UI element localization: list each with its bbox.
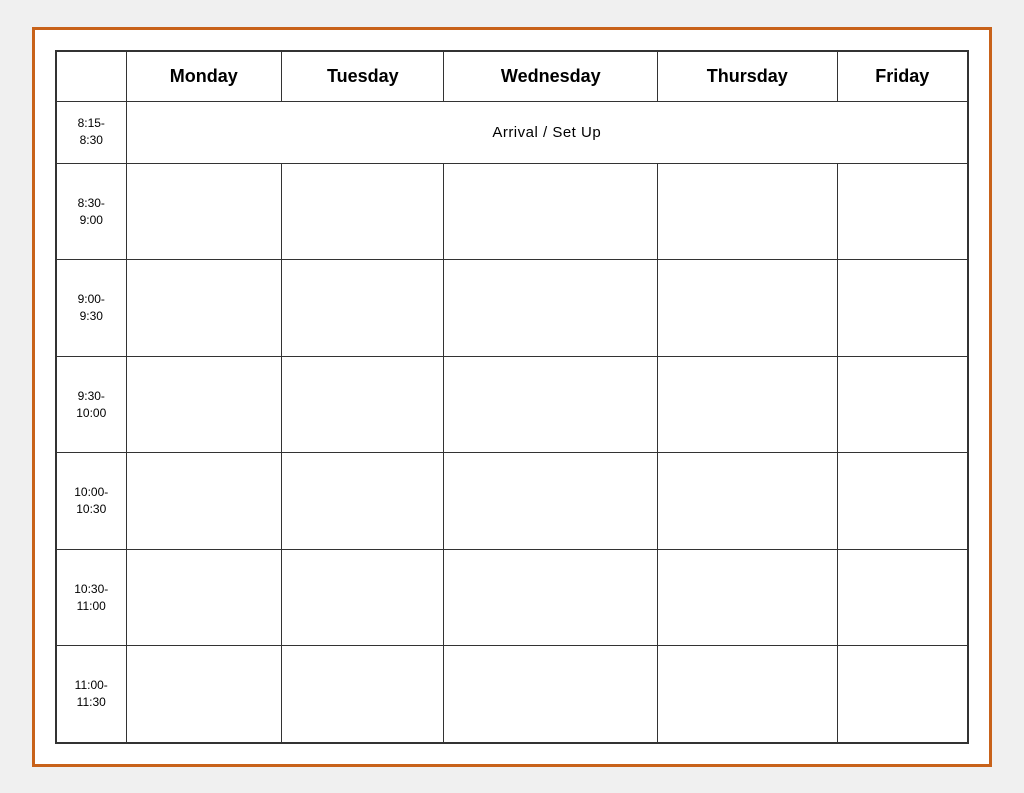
table-row: 9:30-10:00 <box>56 356 968 453</box>
day-cell-fri <box>837 163 968 260</box>
table-row: 8:15-8:30 Arrival / Set Up <box>56 101 968 163</box>
day-cell-tue <box>282 549 444 646</box>
header-wednesday: Wednesday <box>444 51 658 102</box>
time-cell: 11:00-11:30 <box>56 646 126 743</box>
day-cell-mon <box>126 260 282 357</box>
time-cell: 10:00-10:30 <box>56 453 126 550</box>
day-cell-thu <box>658 549 837 646</box>
day-cell-fri <box>837 356 968 453</box>
day-cell-thu <box>658 260 837 357</box>
day-cell-fri <box>837 549 968 646</box>
header-friday: Friday <box>837 51 968 102</box>
day-cell-thu <box>658 356 837 453</box>
day-cell-tue <box>282 646 444 743</box>
schedule-table: Monday Tuesday Wednesday Thursday Friday… <box>55 50 969 744</box>
table-row: 9:00-9:30 <box>56 260 968 357</box>
day-cell-tue <box>282 163 444 260</box>
header-time <box>56 51 126 102</box>
day-cell-mon <box>126 356 282 453</box>
time-cell: 9:30-10:00 <box>56 356 126 453</box>
header-thursday: Thursday <box>658 51 837 102</box>
day-cell-mon <box>126 163 282 260</box>
day-cell-tue <box>282 453 444 550</box>
day-cell-wed <box>444 260 658 357</box>
table-row: 10:00-10:30 <box>56 453 968 550</box>
arrival-cell: Arrival / Set Up <box>126 101 968 163</box>
day-cell-fri <box>837 453 968 550</box>
time-cell: 10:30-11:00 <box>56 549 126 646</box>
day-cell-fri <box>837 260 968 357</box>
time-cell: 8:15-8:30 <box>56 101 126 163</box>
table-row: 11:00-11:30 <box>56 646 968 743</box>
header-monday: Monday <box>126 51 282 102</box>
day-cell-tue <box>282 356 444 453</box>
day-cell-wed <box>444 646 658 743</box>
day-cell-thu <box>658 646 837 743</box>
day-cell-wed <box>444 163 658 260</box>
table-row: 8:30-9:00 <box>56 163 968 260</box>
day-cell-wed <box>444 356 658 453</box>
day-cell-mon <box>126 646 282 743</box>
time-cell: 8:30-9:00 <box>56 163 126 260</box>
day-cell-mon <box>126 453 282 550</box>
table-row: 10:30-11:00 <box>56 549 968 646</box>
day-cell-wed <box>444 549 658 646</box>
day-cell-fri <box>837 646 968 743</box>
time-cell: 9:00-9:30 <box>56 260 126 357</box>
page-container: Monday Tuesday Wednesday Thursday Friday… <box>32 27 992 767</box>
day-cell-thu <box>658 163 837 260</box>
day-cell-mon <box>126 549 282 646</box>
day-cell-tue <box>282 260 444 357</box>
header-tuesday: Tuesday <box>282 51 444 102</box>
day-cell-wed <box>444 453 658 550</box>
day-cell-thu <box>658 453 837 550</box>
